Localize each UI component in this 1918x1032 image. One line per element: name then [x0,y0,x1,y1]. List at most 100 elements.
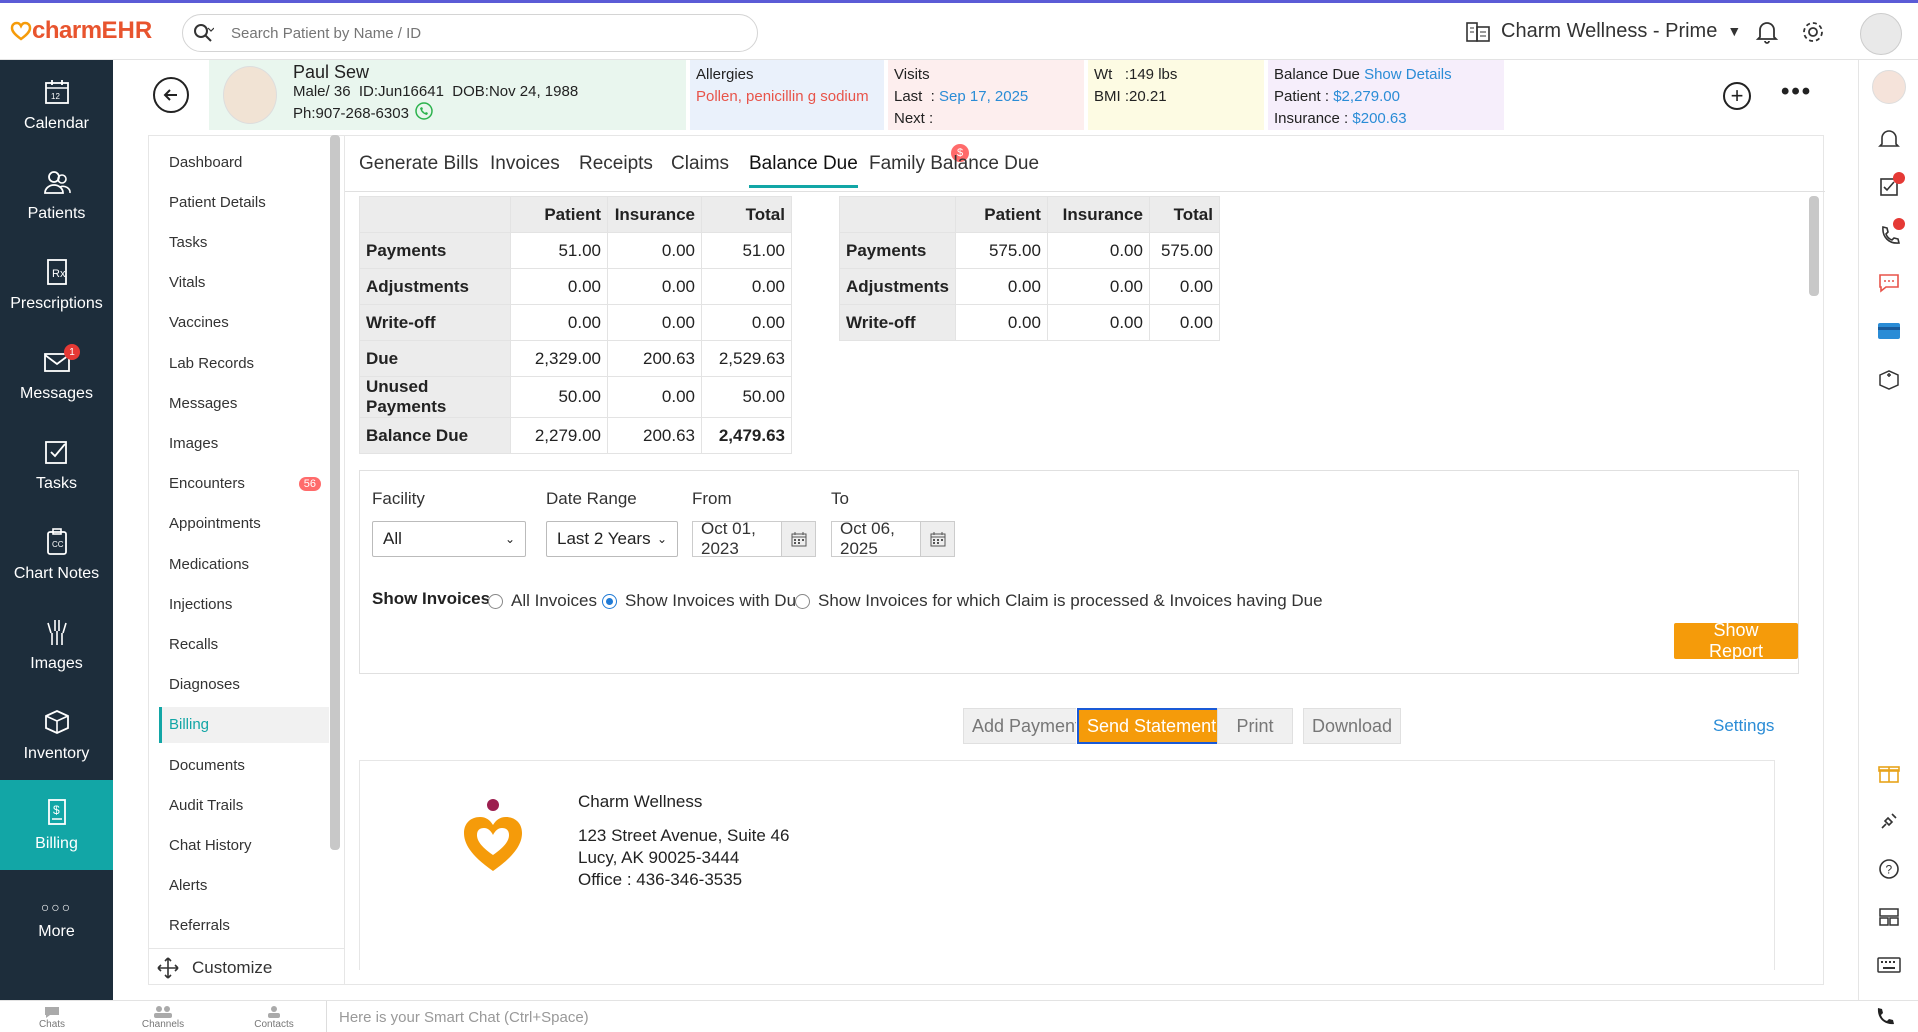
sub-nav-scrollbar[interactable] [330,135,340,850]
credit-card-icon[interactable] [1876,318,1902,344]
search-input[interactable] [223,24,723,42]
charm-ehr-logo[interactable]: charm EHR [10,16,152,46]
sub-nav-item-dashboard[interactable]: Dashboard [159,144,329,180]
sub-nav-item-appointments[interactable]: Appointments [159,506,329,542]
row-label: Write-off [359,304,511,341]
table-row: Adjustments 0.00 0.00 0.00 [839,268,1220,305]
sub-nav-item-vitals[interactable]: Vitals [159,265,329,301]
radio-claim-processed[interactable]: Show Invoices for which Claim is process… [795,591,1323,611]
nav-billing[interactable]: $ Billing [0,780,113,870]
tab-claims[interactable]: Claims [671,153,729,175]
radio-button[interactable] [795,593,810,609]
radio-all-invoices[interactable]: All Invoices [488,591,597,611]
nav-chart-notes[interactable]: CC Chart Notes [0,510,113,600]
sub-nav-label: Tasks [169,233,208,251]
medical-box-icon[interactable] [1876,366,1902,392]
back-button[interactable] [153,77,189,113]
sub-nav-item-diagnoses[interactable]: Diagnoses [159,667,329,703]
radio-button[interactable] [488,593,503,609]
balance-due-card[interactable]: Balance Due Show Details Patient : $2,27… [1268,60,1504,130]
vitals-card[interactable]: Wt :149 lbs BMI :20.21 [1088,60,1264,130]
add-payment-button[interactable]: Add Payment [963,708,1090,744]
radio-invoices-with-due[interactable]: Show Invoices with Due [602,591,805,611]
to-date-field[interactable]: Oct 06, 2025 [831,519,955,558]
channels-button[interactable]: Channels [133,1005,193,1030]
sub-nav-item-medications[interactable]: Medications [159,546,329,582]
sub-nav-item-tasks[interactable]: Tasks [159,224,329,260]
download-button[interactable]: Download [1303,708,1402,744]
help-icon[interactable]: ? [1876,856,1902,882]
more-options-icon[interactable]: ••• [1781,78,1812,106]
patient-search[interactable] [182,14,758,52]
sub-nav-item-referrals[interactable]: Referrals [159,908,329,944]
tab-balance-due[interactable]: Balance Due [749,153,858,188]
nav-images[interactable]: Images [0,600,113,690]
chats-button[interactable]: Chats [22,1005,82,1030]
show-details-link[interactable]: Show Details [1364,66,1452,83]
facility-select[interactable]: All ⌄ [372,521,526,557]
table-cell: 0.00 [1148,304,1220,341]
sub-nav-label: Images [169,434,219,452]
sub-nav-item-images[interactable]: Images [159,425,329,461]
assistant-avatar[interactable] [1872,70,1906,104]
tab-family-balance-due[interactable]: Family Balance Due [869,153,1039,175]
smart-chat-input[interactable]: Here is your Smart Chat (Ctrl+Space) [326,1001,1856,1032]
nav-tasks[interactable]: Tasks [0,420,113,510]
settings-link[interactable]: Settings [1713,716,1774,736]
send-statement-button[interactable]: Send Statement [1075,707,1228,745]
allergies-card[interactable]: Allergies Pollen, penicillin g sodium [690,60,884,130]
customize-button[interactable]: Customize [148,948,344,986]
layout-icon[interactable] [1876,904,1902,930]
sub-nav-item-documents[interactable]: Documents [159,747,329,783]
from-date-field[interactable]: Oct 01, 2023 [692,519,816,558]
bell-icon[interactable] [1755,19,1779,50]
sub-nav-item-messages[interactable]: Messages [159,385,329,421]
sub-nav-item-lab-records[interactable]: Lab Records [159,345,329,381]
tab-generate-bills[interactable]: Generate Bills [359,153,478,175]
gift-icon[interactable] [1876,760,1902,786]
to-label: To [831,489,849,508]
nav-calendar[interactable]: 12 Calendar [0,60,113,150]
nav-inventory[interactable]: Inventory [0,690,113,780]
sub-nav-item-chat-history[interactable]: Chat History [159,827,329,863]
patient-card[interactable]: Paul Sew Male/ 36 ID:Jun16641 DOB:Nov 24… [209,60,686,130]
sub-nav-item-recalls[interactable]: Recalls [159,626,329,662]
table-cell: 2,279.00 [510,417,608,454]
clinic-selector[interactable]: Charm Wellness - Prime ▼ [1465,19,1741,43]
gear-icon[interactable] [1801,20,1825,49]
visits-card[interactable]: Visits Last : Sep 17, 2025 Next : [888,60,1084,130]
print-button[interactable]: Print [1217,708,1293,744]
visits-last-value[interactable]: Sep 17, 2025 [939,88,1028,105]
contacts-button[interactable]: Contacts [244,1005,304,1030]
show-report-button[interactable]: Show Report [1674,620,1798,661]
sub-nav-item-patient-details[interactable]: Patient Details [159,184,329,220]
radio-button-selected[interactable] [602,593,617,609]
sub-nav-item-injections[interactable]: Injections [159,586,329,622]
dialpad-phone-icon[interactable] [1875,1005,1897,1032]
plug-icon[interactable] [1876,808,1902,834]
sub-nav-item-alerts[interactable]: Alerts [159,868,329,904]
phone-call-icon[interactable] [415,102,433,126]
user-avatar[interactable] [1860,13,1902,55]
tab-receipts[interactable]: Receipts [579,153,653,175]
nav-prescriptions[interactable]: Rx Prescriptions [0,240,113,330]
sub-nav-item-billing[interactable]: Billing [159,706,329,743]
date-range-select[interactable]: Last 2 Years ⌄ [546,521,678,557]
main-scrollbar[interactable] [1809,196,1819,296]
sub-nav-item-encounters[interactable]: Encounters 56 [159,466,329,502]
add-icon[interactable]: + [1723,82,1751,110]
nav-messages[interactable]: 1 Messages [0,330,113,420]
nav-more[interactable]: ○○○ More [0,880,113,960]
sub-nav-item-vaccines[interactable]: Vaccines [159,305,329,341]
chat-bubble-icon[interactable] [1876,270,1902,296]
column-header [839,196,956,233]
box-icon [44,710,69,734]
keyboard-icon[interactable] [1876,952,1902,978]
bmi-label: BMI : [1094,88,1130,105]
bell-ring-icon[interactable] [1876,126,1902,152]
calendar-icon[interactable] [781,522,815,556]
tab-invoices[interactable]: Invoices [490,153,560,175]
nav-patients[interactable]: Patients [0,150,113,240]
calendar-icon[interactable] [920,522,954,556]
sub-nav-item-audit-trails[interactable]: Audit Trails [159,787,329,823]
